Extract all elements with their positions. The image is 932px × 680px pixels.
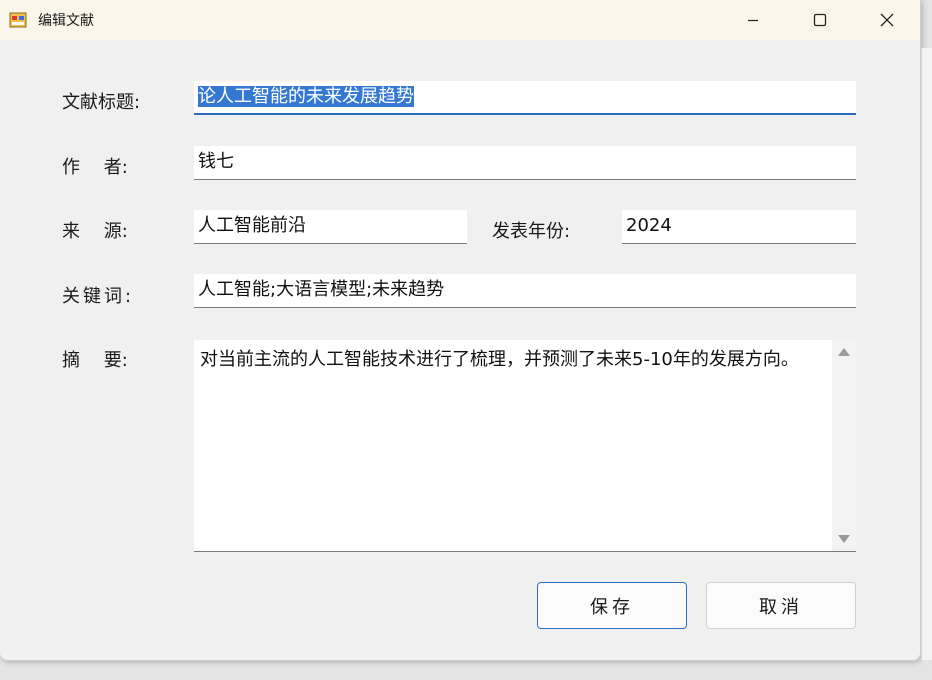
keywords-input[interactable]: 人工智能;大语言模型;未来趋势: [194, 274, 856, 308]
close-icon: [880, 13, 894, 27]
maximize-icon: [813, 13, 827, 27]
abstract-textarea[interactable]: 对当前主流的人工智能技术进行了梳理，并预测了未来5-10年的发展方向。: [194, 340, 856, 552]
author-input-value: 钱七: [198, 151, 234, 172]
minimize-button[interactable]: [730, 0, 776, 40]
app-form-icon: [9, 12, 27, 28]
year-input-value: 2024: [626, 215, 672, 236]
abstract-label: 摘 要:: [62, 350, 128, 371]
maximize-button[interactable]: [797, 0, 843, 40]
edit-literature-dialog: 编辑文献 文献标题: 论人工智能的未来发展趋势 作 者: 钱七 来 源: 人工智…: [0, 0, 921, 661]
window-title: 编辑文献: [38, 13, 94, 29]
year-input[interactable]: 2024: [622, 210, 856, 244]
source-input-value: 人工智能前沿: [198, 215, 306, 236]
keywords-input-value: 人工智能;大语言模型;未来趋势: [198, 279, 445, 300]
abstract-scrollbar[interactable]: [832, 340, 856, 551]
source-label: 来 源:: [62, 221, 128, 242]
save-button[interactable]: 保存: [537, 582, 687, 629]
author-input[interactable]: 钱七: [194, 146, 856, 180]
abstract-text: 对当前主流的人工智能技术进行了梳理，并预测了未来5-10年的发展方向。: [200, 349, 799, 370]
title-input[interactable]: 论人工智能的未来发展趋势: [194, 81, 856, 115]
title-bar: 编辑文献: [0, 0, 920, 40]
scroll-down-icon[interactable]: [838, 535, 850, 543]
close-button[interactable]: [864, 0, 910, 40]
title-input-value: 论人工智能的未来发展趋势: [198, 86, 414, 107]
title-label: 文献标题:: [62, 92, 141, 113]
background-window-edge: [921, 48, 932, 660]
keywords-label: 关键词:: [62, 286, 135, 307]
author-label: 作 者:: [62, 157, 128, 178]
cancel-button[interactable]: 取消: [706, 582, 856, 629]
year-label: 发表年份:: [492, 221, 571, 242]
scroll-up-icon[interactable]: [838, 348, 850, 356]
source-input[interactable]: 人工智能前沿: [194, 210, 467, 244]
minimize-icon: [748, 19, 758, 22]
